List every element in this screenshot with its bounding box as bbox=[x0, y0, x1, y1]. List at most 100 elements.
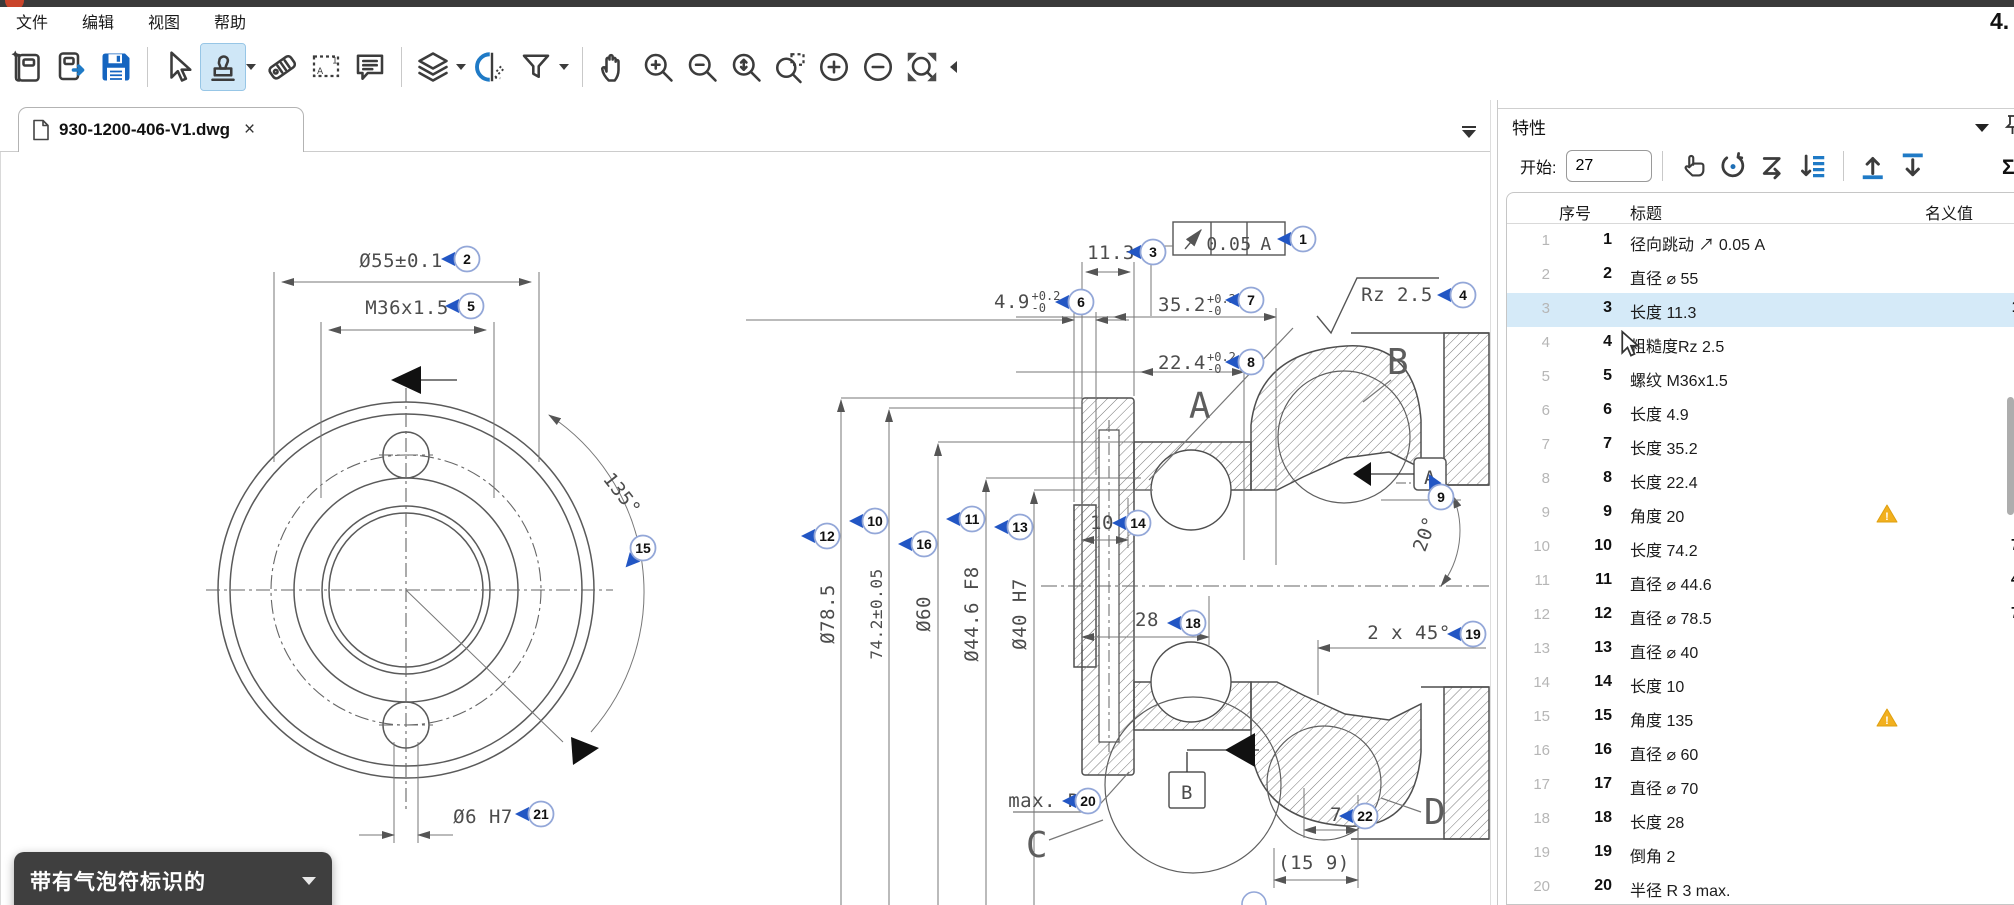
new-document-button[interactable] bbox=[6, 44, 50, 90]
select-cursor-button[interactable] bbox=[157, 44, 201, 90]
comment-button[interactable] bbox=[348, 44, 392, 90]
balloon-18[interactable]: 18 bbox=[1167, 611, 1206, 636]
save-button[interactable] bbox=[94, 44, 138, 90]
balloon-4[interactable]: 4 bbox=[1437, 283, 1476, 308]
toolbar-collapse-icon[interactable] bbox=[950, 61, 957, 73]
start-label: 开始: bbox=[1520, 154, 1556, 178]
table-row-15[interactable]: 1515角度 135!135 bbox=[1507, 701, 2014, 735]
table-row-8[interactable]: 88长度 22.422.4 bbox=[1507, 463, 2014, 497]
table-row-19[interactable]: 1919倒角 22 bbox=[1507, 837, 2014, 871]
balloon-13[interactable]: 13 bbox=[994, 515, 1033, 540]
move-top-icon[interactable] bbox=[1854, 148, 1894, 184]
zoom-out-button[interactable] bbox=[680, 44, 724, 90]
menu-item-1[interactable]: 文件 bbox=[16, 9, 48, 33]
stamp-dropdown-caret[interactable] bbox=[246, 64, 256, 70]
document-tab[interactable]: 930-1200-406-V1.dwg × bbox=[18, 107, 304, 152]
balloon-16[interactable]: 16 bbox=[898, 532, 937, 557]
dim-text: 2 x 45° bbox=[1367, 622, 1451, 644]
dim-text: Rz 2.5 bbox=[1361, 284, 1433, 306]
layers-button[interactable] bbox=[411, 44, 455, 90]
table-row-18[interactable]: 1818长度 2828 bbox=[1507, 803, 2014, 837]
balloon-2[interactable]: 2 bbox=[441, 247, 480, 272]
zoom-window-button[interactable] bbox=[768, 44, 812, 90]
balloon-5[interactable]: 5 bbox=[445, 294, 484, 319]
start-number-input[interactable] bbox=[1566, 150, 1652, 182]
table-row-11[interactable]: 1111直径 ⌀ 44.644.6 bbox=[1507, 565, 2014, 599]
balloon-6[interactable]: 6 bbox=[1055, 290, 1094, 315]
mouse-cursor bbox=[1619, 330, 1643, 358]
zoom-in-button[interactable] bbox=[636, 44, 680, 90]
zoom-vertical-button[interactable] bbox=[724, 44, 768, 90]
dim-text: 4.9 bbox=[994, 291, 1030, 313]
sequence-balloon-button[interactable]: 1A bbox=[304, 44, 348, 90]
table-row-20[interactable]: 2020半径 R 3 max. bbox=[1507, 871, 2014, 905]
table-row-13[interactable]: 1313直径 ⌀ 4040 bbox=[1507, 633, 2014, 667]
svg-text:-0: -0 bbox=[1207, 362, 1221, 376]
balloon-21[interactable]: 21 bbox=[515, 802, 554, 827]
table-row-16[interactable]: 1616直径 ⌀ 6060 bbox=[1507, 735, 2014, 769]
zoom-minus-button[interactable] bbox=[856, 44, 900, 90]
dim-text: C bbox=[1026, 825, 1048, 866]
pan-hand-button[interactable] bbox=[592, 44, 636, 90]
open-document-button[interactable] bbox=[50, 44, 94, 90]
dim-text: 35.2 bbox=[1158, 294, 1206, 316]
sum-sigma-icon[interactable]: Σ bbox=[2002, 156, 2014, 180]
balloon-11[interactable]: 11 bbox=[946, 507, 985, 532]
application-window: 文件 编辑 视图 帮助 1A bbox=[0, 0, 2014, 905]
mirror-compare-button[interactable] bbox=[470, 44, 514, 90]
table-row-7[interactable]: 77长度 35.235.2 bbox=[1507, 429, 2014, 463]
filter-button[interactable] bbox=[514, 44, 558, 90]
tab-list-dropdown-icon[interactable] bbox=[1460, 126, 1478, 139]
move-bottom-icon[interactable] bbox=[1894, 148, 1934, 184]
menu-bar: 文件 编辑 视图 帮助 bbox=[0, 7, 1490, 34]
table-row-12[interactable]: 1212直径 ⌀ 78.578.5 bbox=[1507, 599, 2014, 633]
dim-text: 7 bbox=[1330, 804, 1342, 826]
dim-text: 0.05 bbox=[1206, 234, 1251, 255]
stamp-balloon-button[interactable] bbox=[201, 44, 245, 90]
table-row-3[interactable]: 33长度 11.311.3 bbox=[1507, 293, 2014, 327]
col-nominal: 名义值 bbox=[1925, 200, 1973, 224]
svg-text:9: 9 bbox=[1437, 489, 1445, 505]
z-order-icon[interactable] bbox=[1753, 148, 1793, 184]
table-row-2[interactable]: 22直径 ⌀ 5555 bbox=[1507, 259, 2014, 293]
tab-close-icon[interactable]: × bbox=[244, 119, 255, 141]
panel-dropdown-caret[interactable] bbox=[1975, 124, 1989, 132]
dim-text: Ø6 H7 bbox=[453, 806, 513, 828]
tag-button[interactable] bbox=[260, 44, 304, 90]
svg-text:15: 15 bbox=[635, 540, 651, 556]
zoom-fit-button[interactable] bbox=[900, 44, 944, 90]
dim-text: 10 bbox=[1090, 512, 1114, 534]
dim-text: 11.3 bbox=[1087, 242, 1135, 264]
menu-item-2[interactable]: 编辑 bbox=[82, 9, 114, 33]
table-row-10[interactable]: 1010长度 74.274.2 bbox=[1507, 531, 2014, 565]
refresh-rotate-icon[interactable] bbox=[1713, 148, 1753, 184]
toolbar-separator bbox=[147, 47, 148, 87]
table-row-9[interactable]: 99角度 20!20 bbox=[1507, 497, 2014, 531]
table-row-6[interactable]: 66长度 4.94.9 bbox=[1507, 395, 2014, 429]
filter-dropdown-caret[interactable] bbox=[559, 64, 569, 70]
table-row-5[interactable]: 55螺纹 M36x1.5 bbox=[1507, 361, 2014, 395]
pick-hand-icon[interactable] bbox=[1673, 148, 1713, 184]
menu-item-3[interactable]: 视图 bbox=[148, 9, 180, 33]
layers-dropdown-caret[interactable] bbox=[456, 64, 466, 70]
balloon-19[interactable]: 19 bbox=[1447, 622, 1486, 647]
collapse-caret-icon[interactable] bbox=[302, 877, 316, 885]
menu-item-4[interactable]: 帮助 bbox=[214, 9, 246, 33]
scrollbar-thumb[interactable] bbox=[2007, 397, 2014, 515]
svg-text:21: 21 bbox=[533, 806, 549, 822]
table-row-4[interactable]: 44粗糙度Rz 2.5 bbox=[1507, 327, 2014, 361]
col-index: 序号 bbox=[1559, 200, 1591, 224]
dim-text: 22.4 bbox=[1158, 352, 1206, 374]
zoom-plus-button[interactable] bbox=[812, 44, 856, 90]
dim-text: Ø78.5 bbox=[817, 584, 839, 644]
table-row-17[interactable]: 1717直径 ⌀ 7070 bbox=[1507, 769, 2014, 803]
pin-icon[interactable] bbox=[2004, 114, 2014, 136]
main-toolbar: 1A bbox=[0, 34, 1490, 100]
balloon-15[interactable]: 15 bbox=[620, 536, 655, 573]
drawing-canvas[interactable]: Ø55±0.1M36x1.5135°Ø6 H711.34.9+0.2-035.2… bbox=[0, 152, 1490, 905]
sort-list-icon[interactable] bbox=[1793, 148, 1833, 184]
balloon-10[interactable]: 10 bbox=[849, 509, 888, 534]
table-row-1[interactable]: 11径向跳动 ↗ 0.05 A bbox=[1507, 225, 2014, 259]
table-row-14[interactable]: 1414长度 1010 bbox=[1507, 667, 2014, 701]
balloon-12[interactable]: 12 bbox=[801, 524, 840, 549]
